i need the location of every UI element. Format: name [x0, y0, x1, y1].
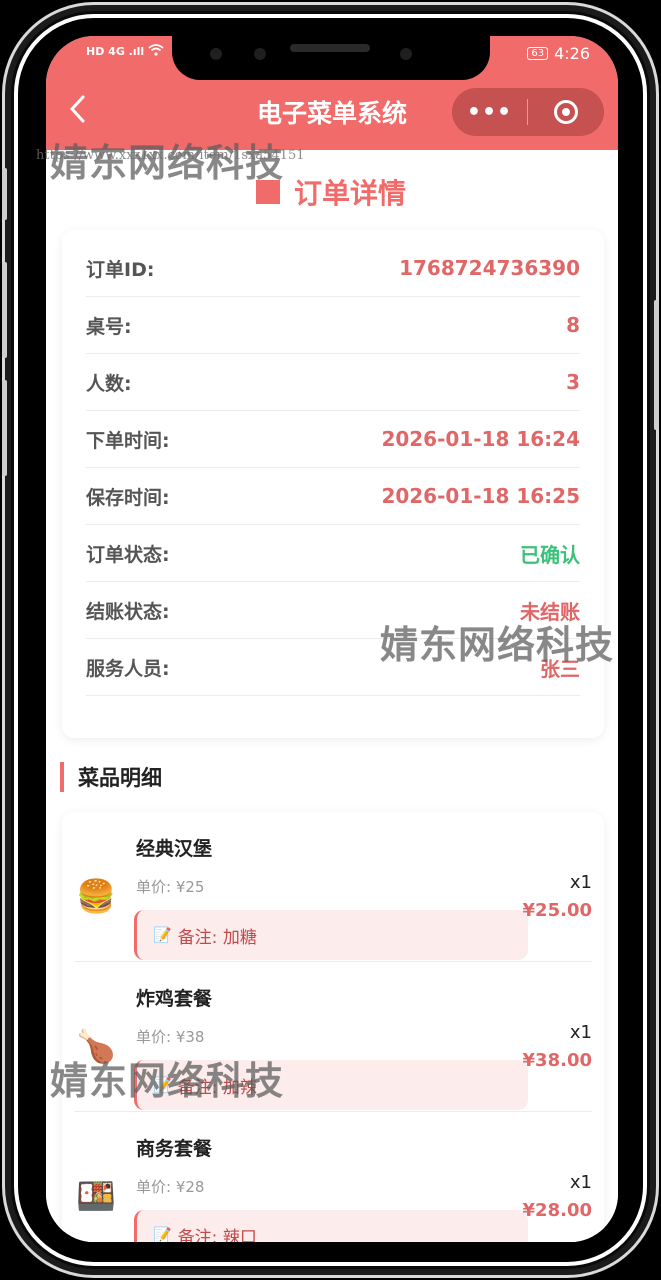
page-title-text: 订单详情: [294, 177, 407, 210]
info-label: 订单ID:: [86, 258, 155, 281]
status-right: 63 4:26: [527, 44, 590, 63]
dish-note: 📝 备注: 加糖: [134, 910, 528, 960]
info-value: 2026-01-18 16:25: [381, 484, 580, 508]
memo-icon: 📝: [153, 926, 172, 944]
info-row-order-id: 订单ID: 1768724736390: [86, 240, 580, 297]
info-label: 人数:: [86, 372, 132, 395]
dish-unit-price: 单价: ¥28: [136, 1178, 205, 1196]
watermark: 婧东网络科技: [380, 623, 615, 667]
dish-unit-price: 单价: ¥25: [136, 878, 205, 896]
bento-box-icon: 🍱: [76, 1177, 116, 1215]
more-button[interactable]: •••: [452, 100, 527, 125]
list-item[interactable]: 🍱 商务套餐 单价: ¥28 📝 备注: 辣口 x1 ¥28.00: [74, 1112, 592, 1242]
info-label: 服务人员:: [86, 657, 170, 680]
info-label: 结账状态:: [86, 600, 170, 623]
dish-note-text: 备注: 加糖: [177, 927, 257, 948]
info-row-order-time: 下单时间: 2026-01-18 16:24: [86, 411, 580, 468]
dish-section-title: 菜品明细: [60, 762, 162, 792]
dish-subtotal: ¥25.00: [522, 900, 592, 921]
status-left: HD 4G .ıll: [86, 44, 164, 59]
watermark: 婧东网络科技: [50, 1059, 285, 1103]
memo-icon: 📝: [153, 1226, 172, 1242]
phone-power-button: [654, 300, 659, 430]
dish-unit-price: 单价: ¥38: [136, 1028, 205, 1046]
info-label: 订单状态:: [86, 543, 170, 566]
phone-side-button: [2, 380, 7, 476]
dish-name: 炸鸡套餐: [136, 988, 213, 1010]
dish-subtotal: ¥38.00: [522, 1050, 592, 1071]
camera-notch: [172, 36, 490, 80]
dish-quantity: x1: [569, 1172, 592, 1193]
phone-side-button: [2, 168, 7, 220]
info-value: 8: [566, 313, 580, 337]
info-row-table: 桌号: 8: [86, 297, 580, 354]
dish-note-text: 备注: 辣口: [177, 1227, 257, 1243]
dish-note: 📝 备注: 辣口: [134, 1210, 528, 1242]
info-value: 3: [566, 370, 580, 394]
info-row-save-time: 保存时间: 2026-01-18 16:25: [86, 468, 580, 525]
battery-indicator: 63: [527, 47, 549, 60]
info-label: 保存时间:: [86, 486, 170, 509]
list-item[interactable]: 🍔 经典汉堡 单价: ¥25 📝 备注: 加糖 x1 ¥25.00: [74, 812, 592, 962]
target-icon: [553, 100, 578, 124]
burger-icon: 🍔: [76, 877, 116, 915]
dish-quantity: x1: [569, 1022, 592, 1043]
dish-section-title-text: 菜品明细: [78, 766, 162, 790]
close-miniapp-button[interactable]: [528, 100, 603, 124]
watermark-url: https://www.xxz1xx.com/item/1sxa54151: [36, 148, 305, 163]
wifi-icon: [148, 44, 164, 59]
info-value: 2026-01-18 16:24: [381, 427, 580, 451]
status-badge: 已确认: [520, 542, 580, 567]
info-row-people: 人数: 3: [86, 354, 580, 411]
dish-list: 🍔 经典汉堡 单价: ¥25 📝 备注: 加糖 x1 ¥25.00 🍗 炸鸡套餐…: [62, 812, 604, 1242]
info-label: 桌号:: [86, 315, 132, 338]
dish-quantity: x1: [569, 872, 592, 893]
clock: 4:26: [554, 44, 590, 63]
info-value: 1768724736390: [399, 256, 580, 280]
dish-name: 经典汉堡: [136, 838, 213, 860]
phone-side-button: [2, 262, 7, 358]
miniapp-capsule: •••: [452, 88, 604, 136]
info-row-order-status: 订单状态: 已确认: [86, 525, 580, 582]
title-bar-accent: [60, 762, 64, 792]
info-label: 下单时间:: [86, 429, 170, 452]
dish-subtotal: ¥28.00: [522, 1200, 592, 1221]
network-indicator: HD 4G .ıll: [86, 45, 145, 58]
dish-name: 商务套餐: [136, 1138, 213, 1160]
